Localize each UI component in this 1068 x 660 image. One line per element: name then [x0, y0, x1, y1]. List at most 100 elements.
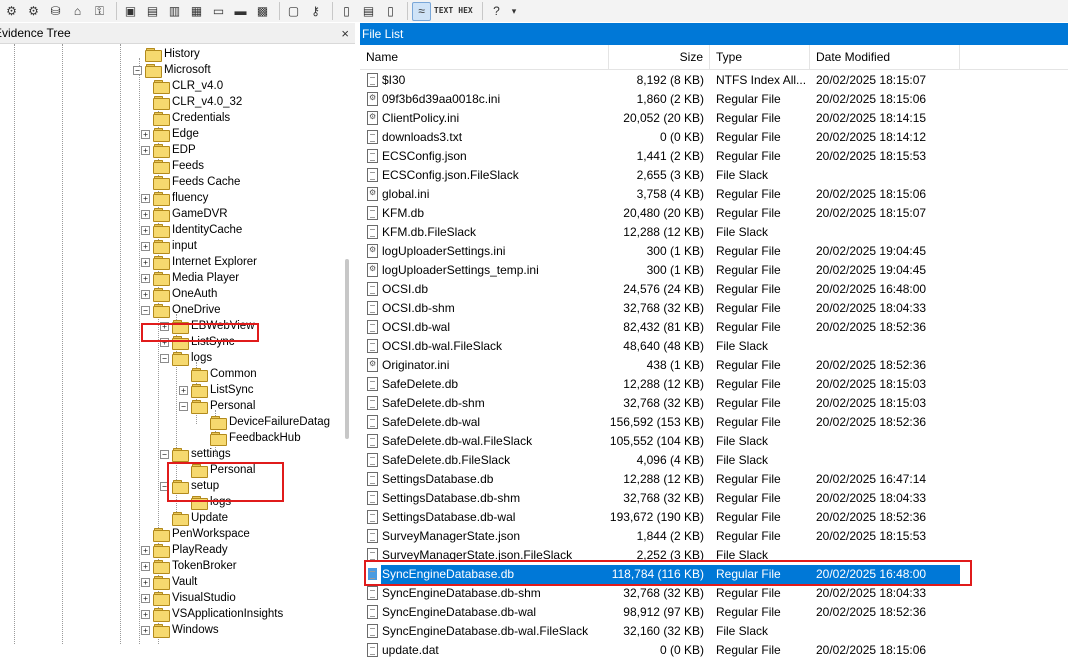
tree-item[interactable]: + ListSync: [160, 334, 234, 350]
tree-item[interactable]: + Internet Explorer: [141, 254, 257, 270]
tree-item[interactable]: + Media Player: [141, 270, 239, 286]
collapse-icon[interactable]: −: [160, 449, 169, 459]
natural-view-icon[interactable]: ≈: [412, 1, 431, 21]
save-icon[interactable]: ▤: [143, 2, 162, 21]
expand-icon[interactable]: +: [141, 561, 150, 571]
new-document-icon[interactable]: ▯: [337, 2, 356, 21]
add-evidence-icon[interactable]: ⚙: [2, 2, 21, 21]
file-row[interactable]: logUploaderSettings_temp.ini 300 (1 KB) Re…: [360, 261, 960, 280]
file-row[interactable]: SurveyManagerState.json.FileSlack 2,252 (…: [360, 546, 960, 565]
tree-item[interactable]: + PlayReady: [141, 542, 228, 558]
tree-item[interactable]: + VisualStudio: [141, 590, 236, 606]
tree-item[interactable]: + ListSync: [179, 382, 253, 398]
expand-icon[interactable]: +: [141, 241, 150, 251]
create-disk-image-icon[interactable]: ⛁: [46, 2, 65, 21]
tree-item[interactable]: + Edge: [141, 126, 199, 142]
expand-icon[interactable]: +: [141, 609, 150, 619]
tree-item[interactable]: History: [133, 46, 200, 62]
expand-icon[interactable]: +: [160, 337, 169, 347]
expand-icon[interactable]: +: [141, 193, 150, 203]
text-view-button[interactable]: TEXT: [434, 2, 453, 21]
tree-item[interactable]: + OneAuth: [141, 286, 217, 302]
tree-item[interactable]: + input: [141, 238, 197, 254]
file-row[interactable]: SafeDelete.db-wal.FileSlack 105,552 (104 …: [360, 432, 960, 451]
tree-item[interactable]: − Personal: [179, 398, 255, 414]
print-icon[interactable]: ▬: [231, 2, 250, 21]
tree-item[interactable]: + EDP: [141, 142, 196, 158]
file-row[interactable]: SettingsDatabase.db-wal 193,672 (190 KB) R…: [360, 508, 960, 527]
file-row[interactable]: SyncEngineDatabase.db-wal 98,912 (97 KB) R…: [360, 603, 960, 622]
properties-icon[interactable]: ▤: [359, 2, 378, 21]
expand-icon[interactable]: +: [141, 209, 150, 219]
column-header-name[interactable]: Name: [360, 45, 609, 70]
tree-item[interactable]: FeedbackHub: [198, 430, 301, 446]
file-row[interactable]: SafeDelete.db 12,288 (12 KB) Regular File 2…: [360, 375, 960, 394]
report-icon[interactable]: ▢: [284, 2, 303, 21]
expand-icon[interactable]: +: [141, 273, 150, 283]
tree-item[interactable]: + IdentityCache: [141, 222, 242, 238]
help-icon[interactable]: ?: [487, 2, 506, 21]
collapse-icon[interactable]: −: [179, 401, 188, 411]
file-row[interactable]: OCSI.db-wal.FileSlack 48,640 (48 KB) File …: [360, 337, 960, 356]
file-row[interactable]: logUploaderSettings.ini 300 (1 KB) Regular…: [360, 242, 960, 261]
column-header-date-modified[interactable]: Date Modified: [810, 45, 960, 70]
key-icon[interactable]: ⚷: [306, 2, 325, 21]
tree-item[interactable]: + TokenBroker: [141, 558, 237, 574]
file-row[interactable]: SettingsDatabase.db 12,288 (12 KB) Regular…: [360, 470, 960, 489]
file-row[interactable]: SyncEngineDatabase.db-wal.FileSlack 32,16…: [360, 622, 960, 641]
tree-item[interactable]: Credentials: [141, 110, 230, 126]
expand-icon[interactable]: +: [141, 129, 150, 139]
expand-icon[interactable]: +: [160, 321, 169, 331]
tree-item[interactable]: logs: [179, 494, 231, 510]
file-row[interactable]: global.ini 3,758 (4 KB) Regular File 20/02/…: [360, 185, 960, 204]
expand-icon[interactable]: +: [141, 145, 150, 155]
export-files-icon[interactable]: ⌂: [68, 2, 87, 21]
file-row[interactable]: ECSConfig.json.FileSlack 2,655 (3 KB) File…: [360, 166, 960, 185]
expand-icon[interactable]: +: [141, 289, 150, 299]
file-row[interactable]: 09f3b6d39aa0018c.ini 1,860 (2 KB) Regular …: [360, 90, 960, 109]
collapse-icon[interactable]: −: [141, 305, 150, 315]
column-header-size[interactable]: Size: [609, 45, 710, 70]
tree-vertical-scrollbar[interactable]: [345, 259, 349, 439]
file-row[interactable]: OCSI.db-wal 82,432 (81 KB) Regular File 20/…: [360, 318, 960, 337]
close-icon[interactable]: ×: [341, 26, 349, 41]
tree-item[interactable]: CLR_v4.0: [141, 78, 223, 94]
file-row[interactable]: SettingsDatabase.db-shm 32,768 (32 KB) Reg…: [360, 489, 960, 508]
tree-item[interactable]: Update: [160, 510, 228, 526]
tree-item[interactable]: DeviceFailureDatag: [198, 414, 330, 430]
tree-item[interactable]: CLR_v4.0_32: [141, 94, 242, 110]
file-row[interactable]: OCSI.db-shm 32,768 (32 KB) Regular File 20/…: [360, 299, 960, 318]
collapse-icon[interactable]: −: [160, 353, 169, 363]
expand-icon[interactable]: +: [141, 225, 150, 235]
tree-item[interactable]: − logs: [160, 350, 212, 366]
file-row-selected[interactable]: SyncEngineDatabase.db 118,784 (116 KB) Reg…: [360, 565, 960, 584]
memory-icon[interactable]: ▩: [253, 2, 272, 21]
file-row[interactable]: KFM.db.FileSlack 12,288 (12 KB) File Slack: [360, 223, 960, 242]
file-row[interactable]: OCSI.db 24,576 (24 KB) Regular File 20/02/2…: [360, 280, 960, 299]
file-row[interactable]: KFM.db 20,480 (20 KB) Regular File 20/02/20…: [360, 204, 960, 223]
file-row[interactable]: $I30 8,192 (8 KB) NTFS Index All... 20/02/2…: [360, 71, 960, 90]
tree-item[interactable]: Feeds: [141, 158, 204, 174]
tree-item[interactable]: − Microsoft: [133, 62, 211, 78]
file-row[interactable]: SafeDelete.db-wal 156,592 (153 KB) Regular…: [360, 413, 960, 432]
tree-item[interactable]: + Windows: [141, 622, 219, 638]
file-row[interactable]: ClientPolicy.ini 20,052 (20 KB) Regular Fi…: [360, 109, 960, 128]
file-row[interactable]: downloads3.txt 0 (0 KB) Regular File 20/02/…: [360, 128, 960, 147]
capture-memory-icon[interactable]: ▦: [187, 2, 206, 21]
expand-icon[interactable]: +: [141, 593, 150, 603]
tree-item[interactable]: Personal: [179, 462, 255, 478]
tree-item[interactable]: Common: [179, 366, 257, 382]
tree-item[interactable]: PenWorkspace: [141, 526, 250, 542]
decrypt-icon[interactable]: ⚿: [90, 2, 109, 21]
hex-view-button[interactable]: HEX: [456, 2, 475, 21]
dropdown-arrow-icon[interactable]: ▾: [509, 2, 519, 21]
tree-item[interactable]: + fluency: [141, 190, 208, 206]
expand-icon[interactable]: +: [141, 577, 150, 587]
file-row[interactable]: Originator.ini 438 (1 KB) Regular File 20/0…: [360, 356, 960, 375]
tree-item[interactable]: − settings: [160, 446, 231, 462]
file-row[interactable]: SurveyManagerState.json 1,844 (2 KB) Regul…: [360, 527, 960, 546]
tree-item[interactable]: − setup: [160, 478, 219, 494]
tree-item[interactable]: + Vault: [141, 574, 197, 590]
tree-item[interactable]: + EBWebView: [160, 318, 255, 334]
acquire-icon[interactable]: ▣: [121, 2, 140, 21]
